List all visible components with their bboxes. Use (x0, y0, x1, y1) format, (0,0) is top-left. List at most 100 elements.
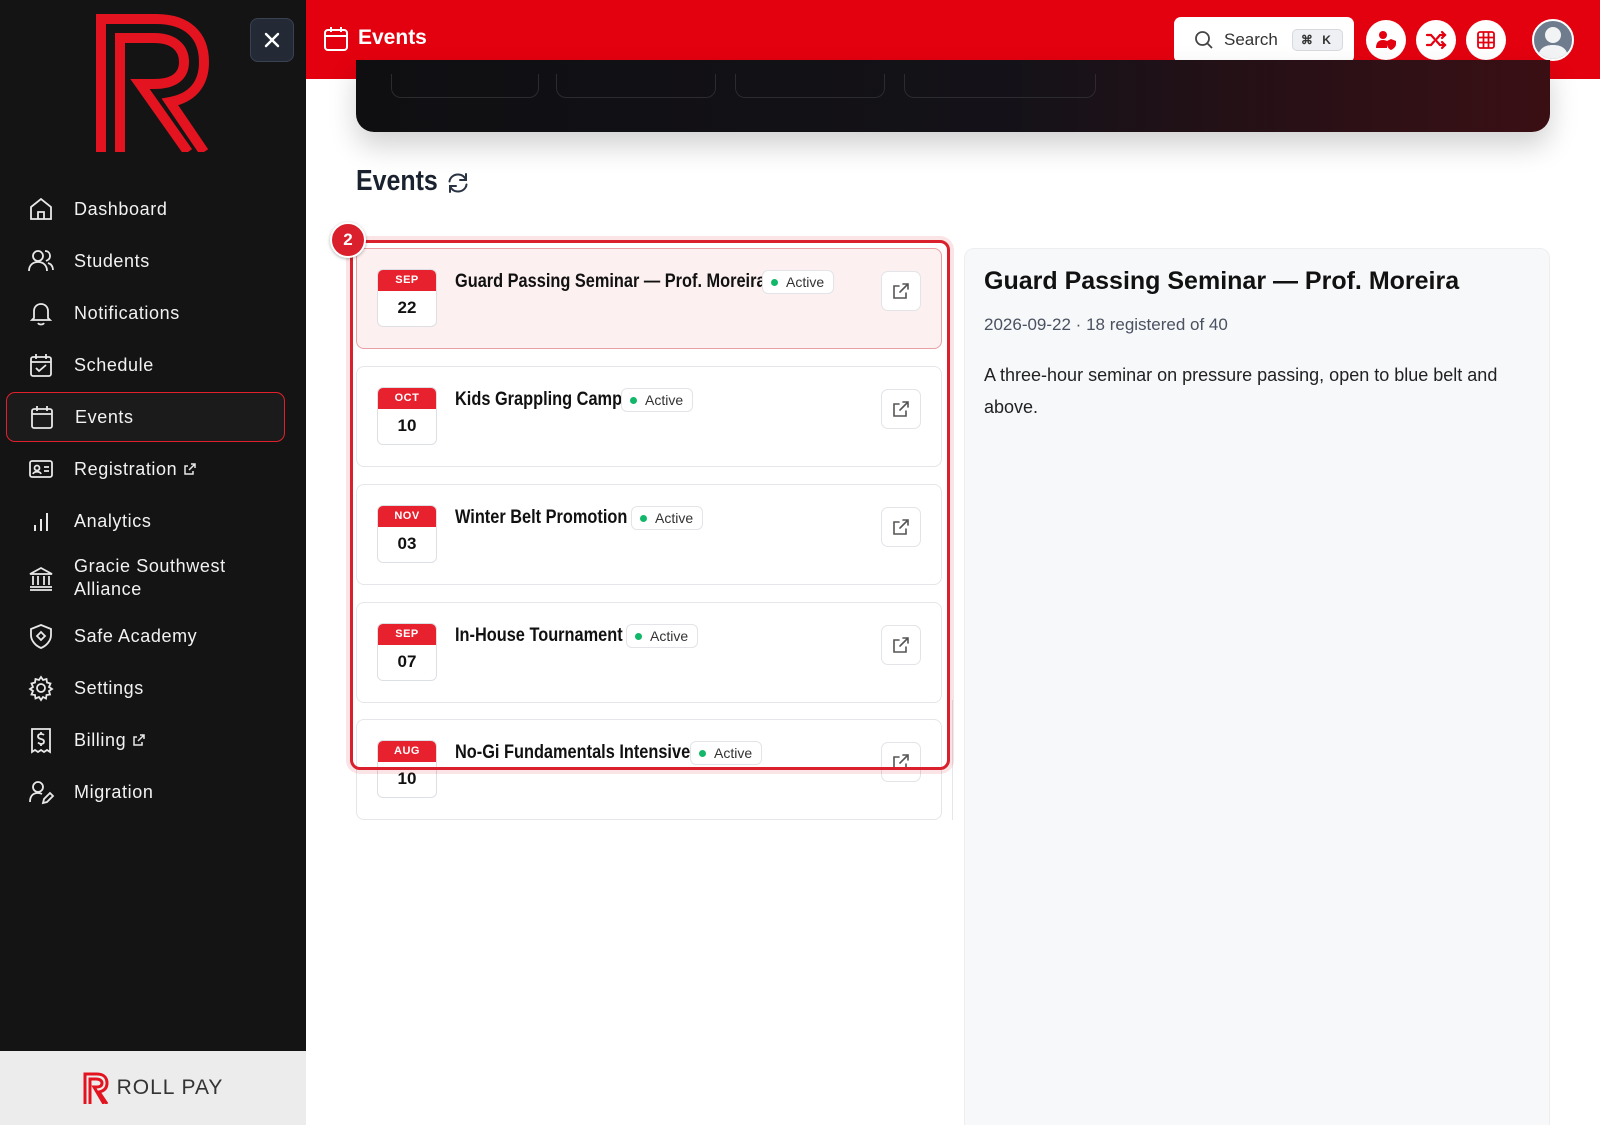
status-badge: Active (690, 741, 763, 765)
roll-pay-logo-icon (83, 1072, 109, 1104)
sidebar-item-label: Analytics (74, 510, 152, 531)
date-badge: AUG 10 (377, 740, 437, 798)
search-label: Search (1224, 30, 1278, 49)
sidebar-item-label: Gracie Southwest Alliance (74, 556, 226, 599)
date-day: 03 (397, 534, 417, 553)
event-name: Guard Passing Seminar — Prof. Moreira (455, 271, 766, 292)
sidebar-item-migration[interactable]: Migration (6, 767, 285, 817)
sidebar-item-safe-academy[interactable]: Safe Academy (6, 611, 285, 661)
open-event-button[interactable] (881, 389, 921, 429)
sidebar-item-label: Notifications (74, 302, 180, 323)
avatar[interactable] (1532, 19, 1574, 61)
external-link-icon (184, 462, 196, 475)
open-event-button[interactable] (881, 507, 921, 547)
home-icon (26, 194, 56, 224)
date-badge: NOV 03 (377, 505, 437, 563)
date-badge: OCT 10 (377, 387, 437, 445)
sidebar-item-label: Dashboard (74, 198, 168, 219)
status-badge: Active (762, 270, 835, 294)
receipt-dollar-icon (26, 725, 56, 755)
sidebar-item-notifications[interactable]: Notifications (6, 288, 285, 338)
external-link-icon (133, 733, 145, 746)
detail-description: A three-hour seminar on pressure passing… (984, 365, 1498, 417)
search-button[interactable]: Search ⌘ K (1174, 17, 1354, 63)
date-month: AUG (378, 741, 436, 762)
sidebar-item-label: Migration (74, 781, 154, 802)
user-shield-icon (1376, 31, 1396, 50)
sidebar-item-label: Students (74, 250, 150, 271)
grid-button[interactable] (1466, 20, 1506, 60)
bell-icon (26, 298, 56, 328)
date-month: OCT (378, 388, 436, 409)
event-name: In-House Tournament (455, 625, 623, 646)
step-marker: 2 (330, 222, 366, 258)
date-month: SEP (378, 270, 436, 291)
sidebar-item-gracie-southwest-alliance[interactable]: Gracie Southwest Alliance (6, 548, 285, 608)
bar-chart-icon (26, 506, 56, 536)
sidebar-item-label: Registration (74, 458, 197, 481)
search-icon (1195, 31, 1213, 49)
bank-icon (26, 563, 56, 593)
list-divider (952, 700, 953, 820)
event-detail-panel: Guard Passing Seminar — Prof. Moreira 20… (964, 248, 1550, 1125)
sidebar-item-billing[interactable]: Billing (6, 715, 285, 765)
hero-pill (735, 74, 885, 98)
date-day: 10 (397, 416, 417, 435)
sidebar-item-settings[interactable]: Settings (6, 663, 285, 713)
event-card[interactable]: AUG 10 No-Gi Fundamentals Intensive Acti… (356, 719, 942, 820)
section-title: Events (356, 165, 438, 197)
sidebar-item-label: Settings (74, 677, 144, 698)
status-dot (699, 749, 706, 757)
event-card[interactable]: SEP 22 Guard Passing Seminar — Prof. Mor… (356, 248, 942, 349)
calendar-icon (324, 27, 348, 51)
event-card[interactable]: OCT 10 Kids Grappling Camp Active (356, 366, 942, 467)
sidebar-item-students[interactable]: Students (6, 236, 285, 286)
date-badge: SEP 07 (377, 623, 437, 681)
open-event-button[interactable] (881, 742, 921, 782)
open-event-button[interactable] (881, 625, 921, 665)
sidebar-item-label: Safe Academy (74, 625, 198, 646)
hero-pill (391, 74, 539, 98)
sidebar-item-label: Schedule (74, 354, 154, 375)
user-shield-button[interactable] (1366, 20, 1406, 60)
shuffle-button[interactable] (1416, 20, 1456, 60)
external-link-icon (893, 754, 909, 770)
external-link-icon (893, 519, 909, 535)
sidebar-item-analytics[interactable]: Analytics (6, 496, 285, 546)
sidebar-footer: ROLL PAY (0, 1051, 306, 1125)
hero-pill (904, 74, 1096, 98)
avatar-icon (1538, 27, 1568, 59)
status-badge: Active (631, 506, 704, 530)
date-badge: SEP 22 (377, 269, 437, 327)
event-card[interactable]: NOV 03 Winter Belt Promotion Active (356, 484, 942, 585)
status-badge: Active (621, 388, 694, 412)
calendar-check-icon (26, 350, 56, 380)
shuffle-icon (1425, 30, 1447, 50)
sidebar-item-registration[interactable]: Registration (6, 444, 285, 494)
sidebar-item-label: Billing (74, 729, 146, 752)
hero-pill (556, 74, 716, 98)
refresh-icon[interactable] (445, 170, 471, 196)
shield-icon (26, 621, 56, 651)
event-name: No-Gi Fundamentals Intensive (455, 742, 691, 763)
event-name: Kids Grappling Camp (455, 389, 623, 410)
footer-brand-text: ROLL PAY (116, 1076, 224, 1099)
status-dot (640, 514, 647, 522)
id-card-icon (26, 454, 56, 484)
close-icon (264, 32, 280, 48)
sidebar-item-schedule[interactable]: Schedule (6, 340, 285, 390)
sidebar-item-dashboard[interactable]: Dashboard (6, 184, 285, 234)
status-badge: Active (626, 624, 699, 648)
detail-title: Guard Passing Seminar — Prof. Moreira (984, 267, 1460, 295)
date-day: 10 (397, 769, 417, 788)
sidebar: Dashboard Students Notifications Schedul… (0, 0, 306, 1125)
open-event-button[interactable] (881, 271, 921, 311)
gear-icon (26, 673, 56, 703)
sidebar-item-events[interactable]: Events (6, 392, 285, 442)
hero-banner (356, 60, 1550, 132)
date-month: SEP (378, 624, 436, 645)
event-card[interactable]: SEP 07 In-House Tournament Active (356, 602, 942, 703)
user-edit-icon (26, 777, 56, 807)
close-sidebar-button[interactable] (250, 18, 294, 62)
users-icon (26, 246, 56, 276)
